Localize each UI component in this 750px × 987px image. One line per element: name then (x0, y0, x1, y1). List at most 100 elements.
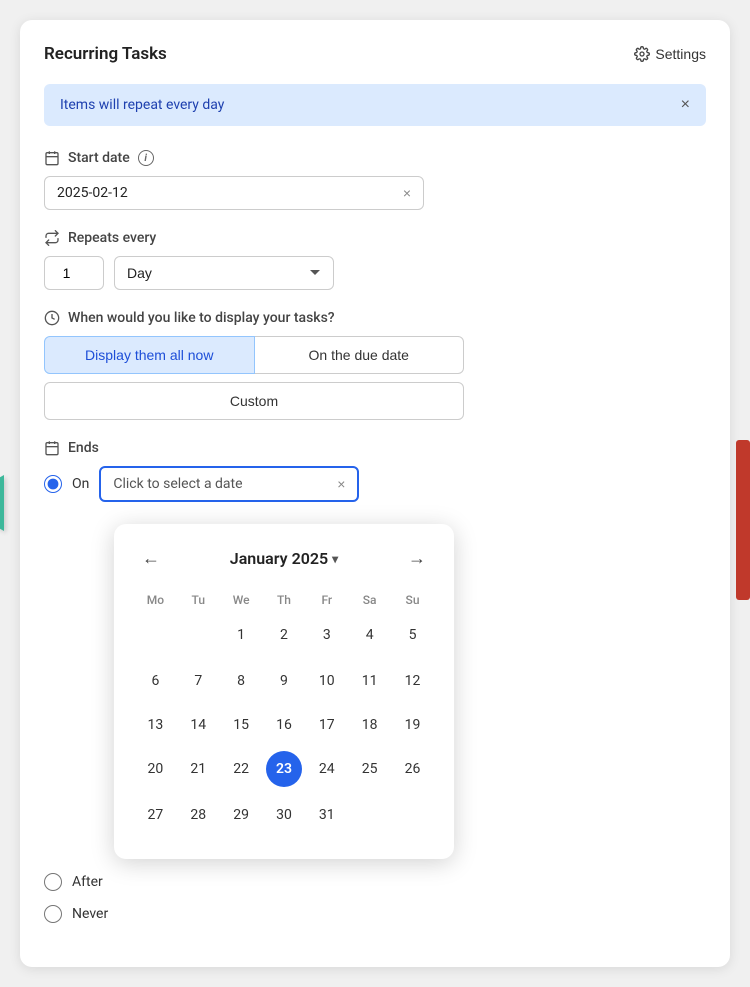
calendar-day[interactable]: 30 (266, 797, 302, 833)
calendar-day[interactable]: 12 (395, 663, 431, 699)
calendar-cell[interactable]: 6 (134, 659, 177, 703)
ends-after-option: After (44, 873, 706, 891)
calendar-cell[interactable]: 21 (177, 747, 220, 791)
banner-close-button[interactable]: × (681, 96, 690, 114)
calendar-dow-header: Su (391, 589, 434, 611)
calendar-day[interactable]: 22 (223, 751, 259, 787)
start-date-value: 2025-02-12 (57, 185, 128, 201)
arrow-indicator (0, 475, 4, 531)
display-on-due-date-button[interactable]: On the due date (255, 336, 465, 374)
calendar-day[interactable]: 21 (180, 751, 216, 787)
calendar-cell[interactable]: 2 (263, 611, 306, 659)
repeats-number-input[interactable] (44, 256, 104, 290)
calendar-cell[interactable]: 8 (220, 659, 263, 703)
calendar-day[interactable]: 7 (180, 663, 216, 699)
ends-label: Ends (44, 440, 706, 456)
ends-date-select[interactable]: Click to select a date × (99, 466, 359, 502)
calendar-cell[interactable]: 11 (348, 659, 391, 703)
calendar-next-button[interactable]: → (400, 544, 434, 573)
calendar-cell[interactable]: 29 (220, 791, 263, 839)
calendar-day[interactable]: 19 (395, 707, 431, 743)
calendar-day[interactable]: 3 (309, 617, 345, 653)
calendar-cell[interactable]: 25 (348, 747, 391, 791)
start-date-clear-button[interactable]: × (403, 185, 411, 201)
display-custom-button[interactable]: Custom (44, 382, 464, 420)
calendar-cell[interactable]: 19 (391, 703, 434, 747)
calendar-day[interactable]: 27 (137, 797, 173, 833)
calendar-cell[interactable]: 18 (348, 703, 391, 747)
calendar-dow-header: Mo (134, 589, 177, 611)
banner-text: Items will repeat every day (60, 97, 224, 113)
calendar-dow-header: Sa (348, 589, 391, 611)
calendar-day[interactable]: 11 (352, 663, 388, 699)
calendar-day[interactable]: 14 (180, 707, 216, 743)
calendar-day[interactable]: 31 (309, 797, 345, 833)
calendar-cell[interactable]: 27 (134, 791, 177, 839)
calendar-cell[interactable]: 28 (177, 791, 220, 839)
calendar-day[interactable]: 13 (137, 707, 173, 743)
calendar-day[interactable]: 1 (223, 617, 259, 653)
calendar-cell[interactable]: 14 (177, 703, 220, 747)
calendar-cell[interactable]: 30 (263, 791, 306, 839)
calendar-grid: MoTuWeThFrSaSu 1234567891011121314151617… (134, 589, 434, 839)
calendar-ends-icon (44, 440, 60, 456)
ends-never-radio[interactable] (44, 905, 62, 923)
calendar-cell (391, 791, 434, 839)
calendar-cell[interactable]: 10 (305, 659, 348, 703)
calendar-day[interactable]: 8 (223, 663, 259, 699)
calendar-day[interactable]: 6 (137, 663, 173, 699)
calendar-cell[interactable]: 9 (263, 659, 306, 703)
display-all-now-button[interactable]: Display them all now (44, 336, 255, 374)
calendar-day[interactable]: 2 (266, 617, 302, 653)
calendar-selected-day[interactable]: 23 (266, 751, 302, 787)
red-bar (736, 440, 750, 600)
display-section: When would you like to display your task… (44, 310, 706, 420)
info-banner: Items will repeat every day × (44, 84, 706, 126)
calendar-day[interactable]: 16 (266, 707, 302, 743)
repeats-period-select[interactable]: Day Week Month Year (114, 256, 334, 290)
calendar-cell[interactable]: 26 (391, 747, 434, 791)
calendar-day[interactable]: 9 (266, 663, 302, 699)
calendar-day[interactable]: 28 (180, 797, 216, 833)
calendar-cell[interactable]: 31 (305, 791, 348, 839)
repeats-row: Day Week Month Year (44, 256, 706, 290)
calendar-cell[interactable]: 12 (391, 659, 434, 703)
calendar-cell[interactable]: 16 (263, 703, 306, 747)
start-date-input[interactable]: 2025-02-12 × (44, 176, 424, 210)
calendar-cell[interactable]: 23 (263, 747, 306, 791)
ends-never-label: Never (72, 906, 108, 922)
calendar-day[interactable]: 18 (352, 707, 388, 743)
header: Recurring Tasks Settings (44, 44, 706, 64)
repeat-icon (44, 230, 60, 246)
calendar-day[interactable]: 24 (309, 751, 345, 787)
calendar-day[interactable]: 29 (223, 797, 259, 833)
calendar-cell[interactable]: 3 (305, 611, 348, 659)
calendar-day[interactable]: 26 (395, 751, 431, 787)
calendar-cell[interactable]: 4 (348, 611, 391, 659)
settings-button[interactable]: Settings (634, 46, 706, 62)
calendar-day[interactable]: 5 (395, 617, 431, 653)
calendar-cell[interactable]: 20 (134, 747, 177, 791)
calendar-day[interactable]: 15 (223, 707, 259, 743)
ends-date-clear-button[interactable]: × (337, 476, 345, 492)
calendar-day[interactable]: 17 (309, 707, 345, 743)
ends-on-radio[interactable] (44, 475, 62, 493)
calendar-prev-button[interactable]: ← (134, 544, 168, 573)
ends-after-radio[interactable] (44, 873, 62, 891)
calendar-month-year[interactable]: January 2025 ▾ (230, 549, 338, 568)
calendar-cell[interactable]: 1 (220, 611, 263, 659)
display-label: When would you like to display your task… (44, 310, 706, 326)
calendar-cell[interactable]: 5 (391, 611, 434, 659)
calendar-cell[interactable]: 15 (220, 703, 263, 747)
ends-date-placeholder: Click to select a date (113, 476, 242, 492)
calendar-day[interactable]: 10 (309, 663, 345, 699)
calendar-day[interactable]: 4 (352, 617, 388, 653)
calendar-cell[interactable]: 22 (220, 747, 263, 791)
calendar-cell[interactable]: 24 (305, 747, 348, 791)
calendar-dow-header: We (220, 589, 263, 611)
calendar-cell[interactable]: 17 (305, 703, 348, 747)
calendar-cell[interactable]: 13 (134, 703, 177, 747)
calendar-day[interactable]: 20 (137, 751, 173, 787)
calendar-cell[interactable]: 7 (177, 659, 220, 703)
calendar-day[interactable]: 25 (352, 751, 388, 787)
